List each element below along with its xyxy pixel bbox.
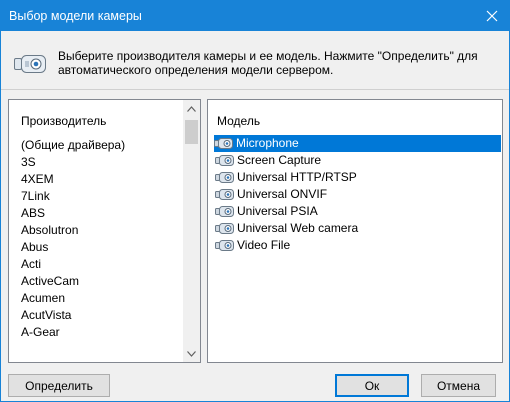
model-item[interactable]: Screen Capture bbox=[215, 152, 501, 169]
cancel-button[interactable]: Отмена bbox=[421, 374, 496, 397]
manufacturer-item[interactable]: ABS bbox=[21, 205, 125, 222]
manufacturer-item[interactable]: 7Link bbox=[21, 188, 125, 205]
chevron-down-icon bbox=[187, 350, 196, 357]
manufacturer-items: (Общие драйвера) 3S 4XEM 7Link ABS Absolutron… bbox=[21, 137, 125, 341]
manufacturer-item[interactable]: AcutVista bbox=[21, 307, 125, 324]
manufacturer-list[interactable]: Производитель (Общие драйвера) 3S 4XEM 7Lin… bbox=[8, 99, 201, 363]
manufacturer-scrollbar[interactable] bbox=[183, 100, 200, 362]
model-item-label: Universal HTTP/RTSP bbox=[237, 170, 357, 184]
chevron-up-icon bbox=[187, 105, 196, 112]
model-list[interactable]: Модель Microphone Screen Capture Universal… bbox=[207, 99, 503, 363]
manufacturer-item[interactable]: Acumen bbox=[21, 290, 125, 307]
model-item-label: Universal Web camera bbox=[237, 221, 359, 235]
ok-button[interactable]: Ок bbox=[335, 374, 409, 397]
model-item-label: Universal PSIA bbox=[237, 204, 318, 218]
manufacturer-header: Производитель bbox=[21, 114, 107, 128]
scroll-up-button[interactable] bbox=[183, 100, 200, 117]
manufacturer-item[interactable]: (Общие драйвера) bbox=[21, 137, 125, 154]
camera-icon bbox=[215, 240, 234, 251]
camera-model-dialog: Выбор модели камеры Выберите производите… bbox=[0, 0, 510, 402]
model-item-label: Video File bbox=[237, 238, 291, 252]
model-item-label: Microphone bbox=[236, 136, 299, 150]
scroll-down-button[interactable] bbox=[183, 345, 200, 362]
camera-icon bbox=[215, 155, 234, 166]
model-item[interactable]: Microphone bbox=[214, 135, 501, 152]
camera-icon bbox=[215, 189, 234, 200]
model-item[interactable]: Universal ONVIF bbox=[215, 186, 501, 203]
model-item-label: Screen Capture bbox=[237, 153, 322, 167]
info-text-line-1: Выберите производителя камеры и ее модел… bbox=[58, 49, 478, 63]
camera-icon bbox=[14, 55, 46, 73]
model-item[interactable]: Universal Web camera bbox=[215, 220, 501, 237]
model-item-label: Universal ONVIF bbox=[237, 187, 328, 201]
model-item[interactable]: Universal HTTP/RTSP bbox=[215, 169, 501, 186]
manufacturer-item[interactable]: 4XEM bbox=[21, 171, 125, 188]
window-title: Выбор модели камеры bbox=[9, 9, 142, 23]
camera-icon bbox=[214, 138, 233, 149]
camera-icon bbox=[215, 172, 234, 183]
info-text-line-2: автоматического определения модели серве… bbox=[58, 63, 334, 77]
model-header: Модель bbox=[217, 114, 261, 128]
manufacturer-item[interactable]: Acti bbox=[21, 256, 125, 273]
camera-icon bbox=[215, 206, 234, 217]
manufacturer-item[interactable]: A-Gear bbox=[21, 324, 125, 341]
separator bbox=[1, 89, 509, 90]
ok-button-label: Ок bbox=[364, 378, 380, 393]
manufacturer-item[interactable]: ActiveCam bbox=[21, 273, 125, 290]
scroll-thumb[interactable] bbox=[185, 120, 198, 144]
detect-button-label: Определить bbox=[25, 378, 93, 393]
camera-icon bbox=[215, 223, 234, 234]
model-item[interactable]: Universal PSIA bbox=[215, 203, 501, 220]
close-button[interactable] bbox=[475, 1, 509, 31]
model-item[interactable]: Video File bbox=[215, 237, 501, 254]
manufacturer-item[interactable]: Abus bbox=[21, 239, 125, 256]
manufacturer-item[interactable]: Absolutron bbox=[21, 222, 125, 239]
info-text: Выберите производителя камеры и ее модел… bbox=[58, 49, 503, 77]
detect-button[interactable]: Определить bbox=[8, 374, 110, 397]
cancel-button-label: Отмена bbox=[436, 378, 481, 393]
close-icon bbox=[486, 10, 498, 22]
title-bar: Выбор модели камеры bbox=[1, 1, 509, 31]
model-items: Microphone Screen Capture Universal HTTP/R… bbox=[214, 135, 501, 254]
manufacturer-item[interactable]: 3S bbox=[21, 154, 125, 171]
